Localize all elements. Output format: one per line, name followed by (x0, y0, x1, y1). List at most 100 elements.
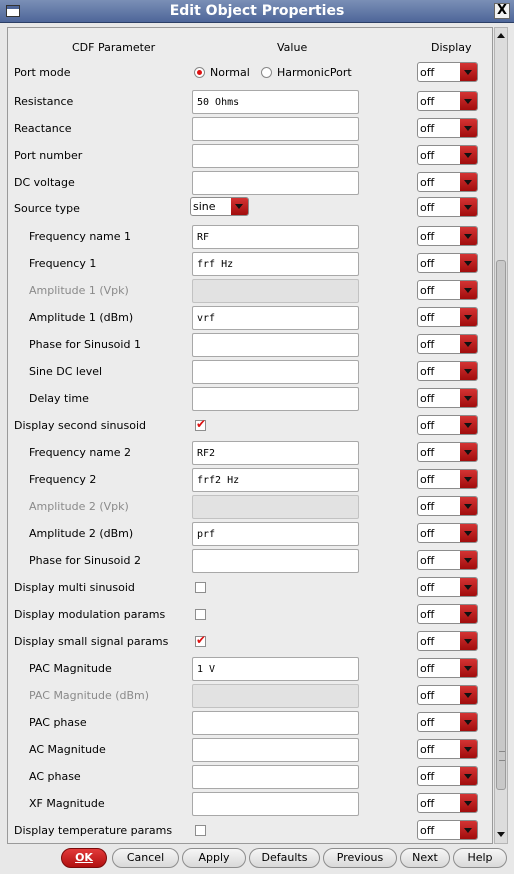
scrollbar-thumb[interactable] (496, 260, 506, 790)
display-second-sinusoid-checkbox[interactable] (195, 417, 206, 431)
help-button-label: Help (467, 851, 493, 864)
help-button[interactable]: Help (453, 848, 507, 868)
display-select-value: off (420, 446, 435, 459)
display-select-multi-sinusoid[interactable]: off (417, 577, 478, 597)
row-pac-phase: PAC phase off (8, 710, 494, 737)
display-select-value: off (420, 635, 435, 648)
display-select-delay-time[interactable]: off (417, 388, 478, 408)
amplitude-1-dbm-input[interactable]: vrf (192, 306, 359, 330)
display-select-value: off (420, 554, 435, 567)
display-select-value: off (420, 149, 435, 162)
display-select-temperature-params[interactable]: off (417, 820, 478, 840)
display-second-sinusoid-label: Display second sinusoid (14, 419, 146, 432)
display-small-signal-params-checkbox[interactable] (195, 633, 206, 647)
scroll-up-icon[interactable] (495, 30, 507, 42)
display-select-value: off (420, 770, 435, 783)
radio-normal-label[interactable]: Normal (210, 66, 250, 79)
display-temperature-params-label: Display temperature params (14, 824, 173, 837)
chevron-down-icon (460, 605, 477, 623)
display-select-second-sinusoid[interactable]: off (417, 415, 478, 435)
resistance-label: Resistance (14, 95, 74, 108)
row-amplitude-1-dbm: Amplitude 1 (dBm) vrf off (8, 305, 494, 332)
display-select-amplitude-1-dbm[interactable]: off (417, 307, 478, 327)
display-select-pac-magnitude[interactable]: off (417, 658, 478, 678)
ac-phase-label: AC phase (29, 770, 81, 783)
row-xf-magnitude: XF Magnitude off (8, 791, 494, 818)
display-select-value: off (420, 500, 435, 513)
previous-button[interactable]: Previous (323, 848, 397, 868)
radio-harmonic-port[interactable] (261, 67, 272, 78)
display-select-frequency-2[interactable]: off (417, 469, 478, 489)
display-select-phase-sinusoid-2[interactable]: off (417, 550, 478, 570)
display-select-pac-magnitude-dbm[interactable]: off (417, 685, 478, 705)
display-select-sine-dc-level[interactable]: off (417, 361, 478, 381)
display-temperature-params-checkbox[interactable] (195, 825, 206, 836)
xf-magnitude-input[interactable] (192, 792, 359, 816)
apply-button[interactable]: Apply (182, 848, 246, 868)
chevron-down-icon (460, 119, 477, 137)
display-select-source-type[interactable]: off (417, 197, 478, 217)
ok-button-label: OK (75, 851, 93, 864)
display-select-frequency-name-2[interactable]: off (417, 442, 478, 462)
chevron-down-icon (460, 254, 477, 272)
row-amplitude-2-vpk: Amplitude 2 (Vpk) off (8, 494, 494, 521)
display-multi-sinusoid-checkbox[interactable] (195, 582, 206, 593)
display-select-port-number[interactable]: off (417, 145, 478, 165)
scroll-down-icon[interactable] (495, 829, 507, 841)
ac-magnitude-input[interactable] (192, 738, 359, 762)
defaults-button[interactable]: Defaults (249, 848, 320, 868)
frequency-2-input[interactable]: frf2 Hz (192, 468, 359, 492)
display-select-amplitude-2-vpk[interactable]: off (417, 496, 478, 516)
port-number-input[interactable] (192, 144, 359, 168)
display-select-dc-voltage[interactable]: off (417, 172, 478, 192)
frequency-name-2-input[interactable]: RF2 (192, 441, 359, 465)
amplitude-1-dbm-label: Amplitude 1 (dBm) (29, 311, 134, 324)
dc-voltage-input[interactable] (192, 171, 359, 195)
display-select-reactance[interactable]: off (417, 118, 478, 138)
radio-harmonic-port-label[interactable]: HarmonicPort (277, 66, 352, 79)
display-select-small-signal-params[interactable]: off (417, 631, 478, 651)
header-cdf-parameter: CDF Parameter (72, 41, 156, 54)
phase-sinusoid-2-input[interactable] (192, 549, 359, 573)
display-select-modulation-params[interactable]: off (417, 604, 478, 624)
sine-dc-level-input[interactable] (192, 360, 359, 384)
pac-phase-input[interactable] (192, 711, 359, 735)
pac-magnitude-dbm-input (192, 684, 359, 708)
frequency-name-1-input[interactable]: RF (192, 225, 359, 249)
reactance-input[interactable] (192, 117, 359, 141)
display-select-amplitude-2-dbm[interactable]: off (417, 523, 478, 543)
display-select-frequency-1[interactable]: off (417, 253, 478, 273)
resistance-input[interactable]: 50 Ohms (192, 90, 359, 114)
phase-sinusoid-1-input[interactable] (192, 333, 359, 357)
display-select-pac-phase[interactable]: off (417, 712, 478, 732)
pac-magnitude-input[interactable]: 1 V (192, 657, 359, 681)
ac-phase-input[interactable] (192, 765, 359, 789)
display-select-value: off (420, 66, 435, 79)
frequency-1-input[interactable]: frf Hz (192, 252, 359, 276)
close-button[interactable]: X (494, 3, 510, 19)
display-select-value: off (420, 743, 435, 756)
display-select-amplitude-1-vpk[interactable]: off (417, 280, 478, 300)
amplitude-2-dbm-input[interactable]: prf (192, 522, 359, 546)
chevron-down-icon (460, 659, 477, 677)
vertical-scrollbar[interactable] (494, 27, 508, 844)
display-select-value: off (420, 176, 435, 189)
delay-time-input[interactable] (192, 387, 359, 411)
frequency-2-label: Frequency 2 (29, 473, 97, 486)
cancel-button[interactable]: Cancel (112, 848, 179, 868)
display-select-phase-sinusoid-1[interactable]: off (417, 334, 478, 354)
display-select-ac-phase[interactable]: off (417, 766, 478, 786)
display-select-value: off (420, 338, 435, 351)
radio-normal[interactable] (194, 67, 205, 78)
display-select-resistance[interactable]: off (417, 91, 478, 111)
next-button[interactable]: Next (400, 848, 450, 868)
source-type-select[interactable]: sine (190, 197, 249, 216)
display-modulation-params-checkbox[interactable] (195, 609, 206, 620)
display-select-port-mode[interactable]: off (417, 62, 478, 82)
display-select-ac-magnitude[interactable]: off (417, 739, 478, 759)
row-ac-phase: AC phase off (8, 764, 494, 791)
display-select-frequency-name-1[interactable]: off (417, 226, 478, 246)
display-select-value: off (420, 284, 435, 297)
ok-button[interactable]: OK (61, 848, 107, 868)
display-select-xf-magnitude[interactable]: off (417, 793, 478, 813)
